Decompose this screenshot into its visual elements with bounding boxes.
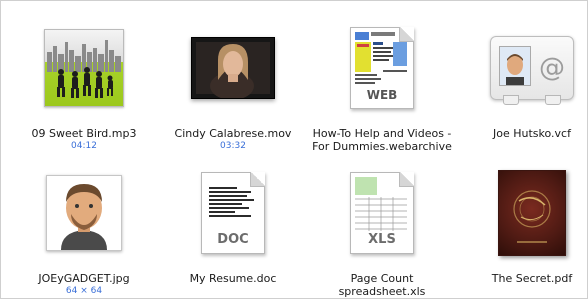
file-type-badge: XLS	[368, 232, 396, 247]
file-item-pdf[interactable]: The Secret.pdf	[459, 164, 588, 304]
file-name-line1: Page Count	[350, 272, 414, 285]
audio-album-art-icon	[44, 29, 124, 107]
word-document-icon: DOC	[201, 172, 265, 254]
file-item-mp3[interactable]: 09 Sweet Bird.mp3 04:12	[11, 19, 157, 159]
image-avatar-icon	[46, 175, 122, 251]
vcard-icon: @	[490, 36, 574, 105]
file-item-jpg[interactable]: JOEyGADGET.jpg 64 × 64	[11, 164, 157, 304]
excel-spreadsheet-icon: XLS	[350, 172, 414, 254]
webarchive-icon: WEB	[350, 27, 414, 109]
file-item-vcf[interactable]: @ Joe Hutsko.vcf	[459, 19, 588, 159]
file-duration: 03:32	[220, 141, 246, 151]
file-name-line2: spreadsheet.xls	[338, 285, 426, 298]
file-name: 09 Sweet Bird.mp3	[31, 127, 137, 140]
file-name: Cindy Calabrese.mov	[174, 127, 292, 140]
image-dimensions: 64 × 64	[65, 286, 103, 296]
finder-icon-view: 09 Sweet Bird.mp3 04:12 Cindy Calabrese.…	[0, 0, 588, 299]
file-name-line1: How-To Help and Videos -	[312, 127, 452, 140]
file-name-line2: For Dummies.webarchive	[312, 140, 452, 153]
file-type-badge: WEB	[351, 88, 413, 102]
file-name: The Secret.pdf	[491, 272, 573, 285]
file-item-xls[interactable]: XLS Page Count spreadsheet.xls	[309, 164, 455, 304]
file-name: My Resume.doc	[189, 272, 277, 285]
at-sign-icon: @	[539, 53, 565, 83]
file-type-badge: DOC	[217, 232, 249, 247]
file-grid: 09 Sweet Bird.mp3 04:12 Cindy Calabrese.…	[1, 1, 588, 300]
video-thumbnail-icon	[191, 37, 275, 99]
pdf-book-cover-icon	[498, 170, 566, 256]
file-name: Joe Hutsko.vcf	[493, 127, 571, 140]
file-item-doc[interactable]: DOC My Resume.doc	[160, 164, 306, 304]
file-duration: 04:12	[71, 141, 97, 151]
file-item-mov[interactable]: Cindy Calabrese.mov 03:32	[160, 19, 306, 159]
file-item-webarchive[interactable]: WEB How-To Help and Videos - For Dummies…	[309, 19, 455, 159]
contact-photo	[499, 46, 531, 86]
file-name: JOEyGADGET.jpg	[38, 272, 130, 285]
